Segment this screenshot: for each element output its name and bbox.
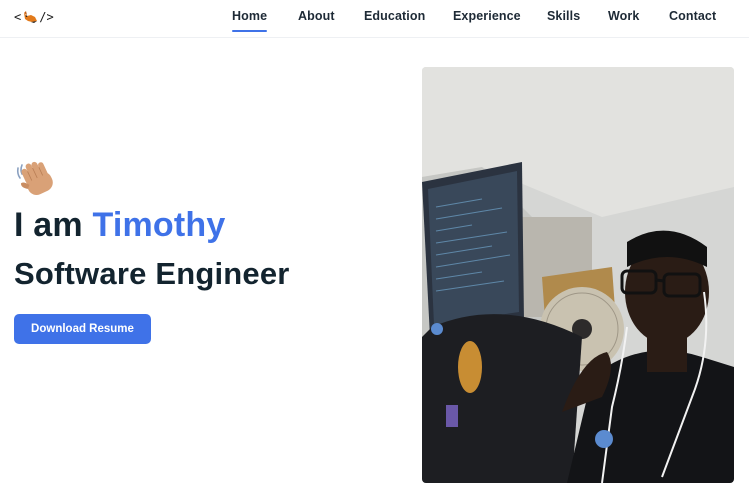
nav-item-contact[interactable]: Contact	[669, 9, 716, 23]
headline-name: Timothy	[92, 206, 226, 244]
nav-item-experience[interactable]: Experience	[453, 9, 521, 23]
hero-role: Software Engineer	[14, 256, 290, 291]
nav-item-home[interactable]: Home	[232, 9, 268, 32]
nav-links: Home About Education Experience Skills W…	[0, 0, 749, 38]
nav-item-work[interactable]: Work	[608, 9, 639, 23]
download-resume-button[interactable]: Download Resume	[14, 314, 151, 344]
nav-item-about[interactable]: About	[298, 9, 335, 23]
navbar: < /> Home About Education Experience Ski…	[0, 0, 749, 38]
nav-item-skills[interactable]: Skills	[547, 9, 580, 23]
hero-headline: I am Timothy	[14, 206, 226, 245]
nav-item-education[interactable]: Education	[364, 9, 425, 23]
headline-intro: I am	[14, 206, 83, 244]
waving-hand-icon	[16, 161, 53, 195]
profile-photo	[422, 67, 734, 483]
